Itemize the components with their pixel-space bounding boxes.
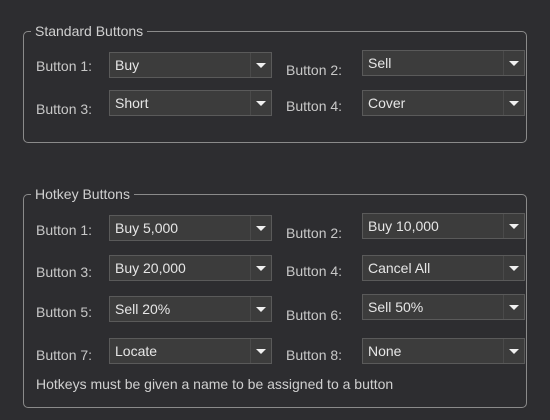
hotkey-button-4-dropdown[interactable]: Cancel All [362, 255, 525, 281]
hotkey-button-5-value: Sell 20% [115, 301, 171, 317]
standard-button-4-dropdown[interactable]: Cover [362, 90, 525, 116]
chevron-down-icon[interactable] [250, 216, 271, 240]
standard-button-2-dropdown[interactable]: Sell [362, 50, 525, 76]
standard-button-1-value: Buy [115, 57, 140, 73]
hotkey-button-1-value: Buy 5,000 [115, 220, 179, 236]
chevron-down-icon[interactable] [503, 295, 524, 319]
standard-button-4-value: Cover [368, 95, 406, 111]
standard-button-3-dropdown[interactable]: Short [109, 90, 272, 116]
hotkey-hint-text: Hotkeys must be given a name to be assig… [36, 376, 394, 392]
chevron-down-icon[interactable] [250, 53, 271, 77]
hotkey-buttons-title: Hotkey Buttons [31, 185, 134, 203]
hotkey-button-8-dropdown[interactable]: None [362, 338, 525, 364]
standard-button-2-label: Button 2: [286, 62, 343, 78]
chevron-down-icon[interactable] [250, 91, 271, 115]
hotkey-button-7-dropdown[interactable]: Locate [109, 338, 272, 364]
hotkey-button-2-value: Buy 10,000 [368, 218, 439, 234]
hotkey-button-4-value: Cancel All [368, 260, 431, 276]
chevron-down-icon[interactable] [503, 214, 524, 238]
hotkey-button-3-label: Button 3: [36, 264, 93, 280]
hotkey-button-8-value: None [368, 343, 402, 359]
standard-button-1-dropdown[interactable]: Buy [109, 52, 272, 78]
hotkey-button-8-label: Button 8: [286, 347, 343, 363]
chevron-down-icon[interactable] [503, 339, 524, 363]
hotkey-button-7-label: Button 7: [36, 347, 93, 363]
standard-button-3-label: Button 3: [36, 101, 93, 117]
chevron-down-icon[interactable] [503, 51, 524, 75]
hotkey-button-4-label: Button 4: [286, 263, 343, 279]
hotkey-button-2-dropdown[interactable]: Buy 10,000 [362, 213, 525, 239]
chevron-down-icon[interactable] [250, 297, 271, 321]
standard-button-2-value: Sell [368, 55, 392, 71]
chevron-down-icon[interactable] [250, 256, 271, 280]
hotkey-button-1-dropdown[interactable]: Buy 5,000 [109, 215, 272, 241]
chevron-down-icon[interactable] [250, 339, 271, 363]
standard-buttons-group: Standard Buttons [23, 22, 527, 143]
hotkey-button-6-label: Button 6: [286, 307, 343, 323]
standard-buttons-title: Standard Buttons [31, 22, 148, 40]
hotkey-button-2-label: Button 2: [286, 225, 343, 241]
hotkey-button-5-label: Button 5: [36, 304, 93, 320]
hotkey-button-1-label: Button 1: [36, 222, 93, 238]
hotkey-button-6-dropdown[interactable]: Sell 50% [362, 294, 525, 320]
standard-button-4-label: Button 4: [286, 98, 343, 114]
standard-button-1-label: Button 1: [36, 58, 93, 74]
standard-button-3-value: Short [115, 95, 149, 111]
chevron-down-icon[interactable] [503, 91, 524, 115]
hotkey-button-3-dropdown[interactable]: Buy 20,000 [109, 255, 272, 281]
hotkey-button-5-dropdown[interactable]: Sell 20% [109, 296, 272, 322]
hotkey-button-6-value: Sell 50% [368, 299, 424, 315]
chevron-down-icon[interactable] [503, 256, 524, 280]
hotkey-button-3-value: Buy 20,000 [115, 260, 186, 276]
hotkey-button-7-value: Locate [115, 343, 158, 359]
